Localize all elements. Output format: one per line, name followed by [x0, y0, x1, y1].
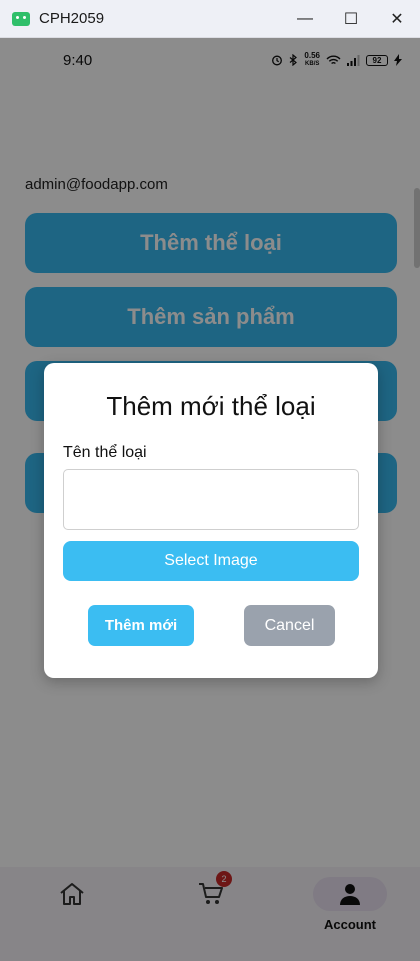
add-category-dialog: Thêm mới thể loại Tên thể loại Select Im…: [44, 363, 378, 678]
window-controls: — ☐ ✕: [282, 0, 420, 37]
add-new-button[interactable]: Thêm mới: [88, 605, 194, 646]
maximize-button[interactable]: ☐: [328, 0, 374, 37]
device-screen: 9:40 0.56 KB/S 92 admin@foodapp.com Thêm…: [0, 38, 420, 961]
category-name-label: Tên thể loại: [63, 444, 147, 461]
window-titlebar: CPH2059 — ☐ ✕: [0, 0, 420, 38]
category-name-input[interactable]: [63, 469, 359, 530]
android-icon: [12, 11, 30, 26]
minimize-button[interactable]: —: [282, 0, 328, 37]
dialog-title: Thêm mới thể loại: [106, 391, 316, 421]
close-button[interactable]: ✕: [374, 0, 420, 37]
select-image-button[interactable]: Select Image: [63, 541, 359, 581]
cancel-button[interactable]: Cancel: [244, 605, 335, 646]
window-title: CPH2059: [39, 10, 105, 27]
